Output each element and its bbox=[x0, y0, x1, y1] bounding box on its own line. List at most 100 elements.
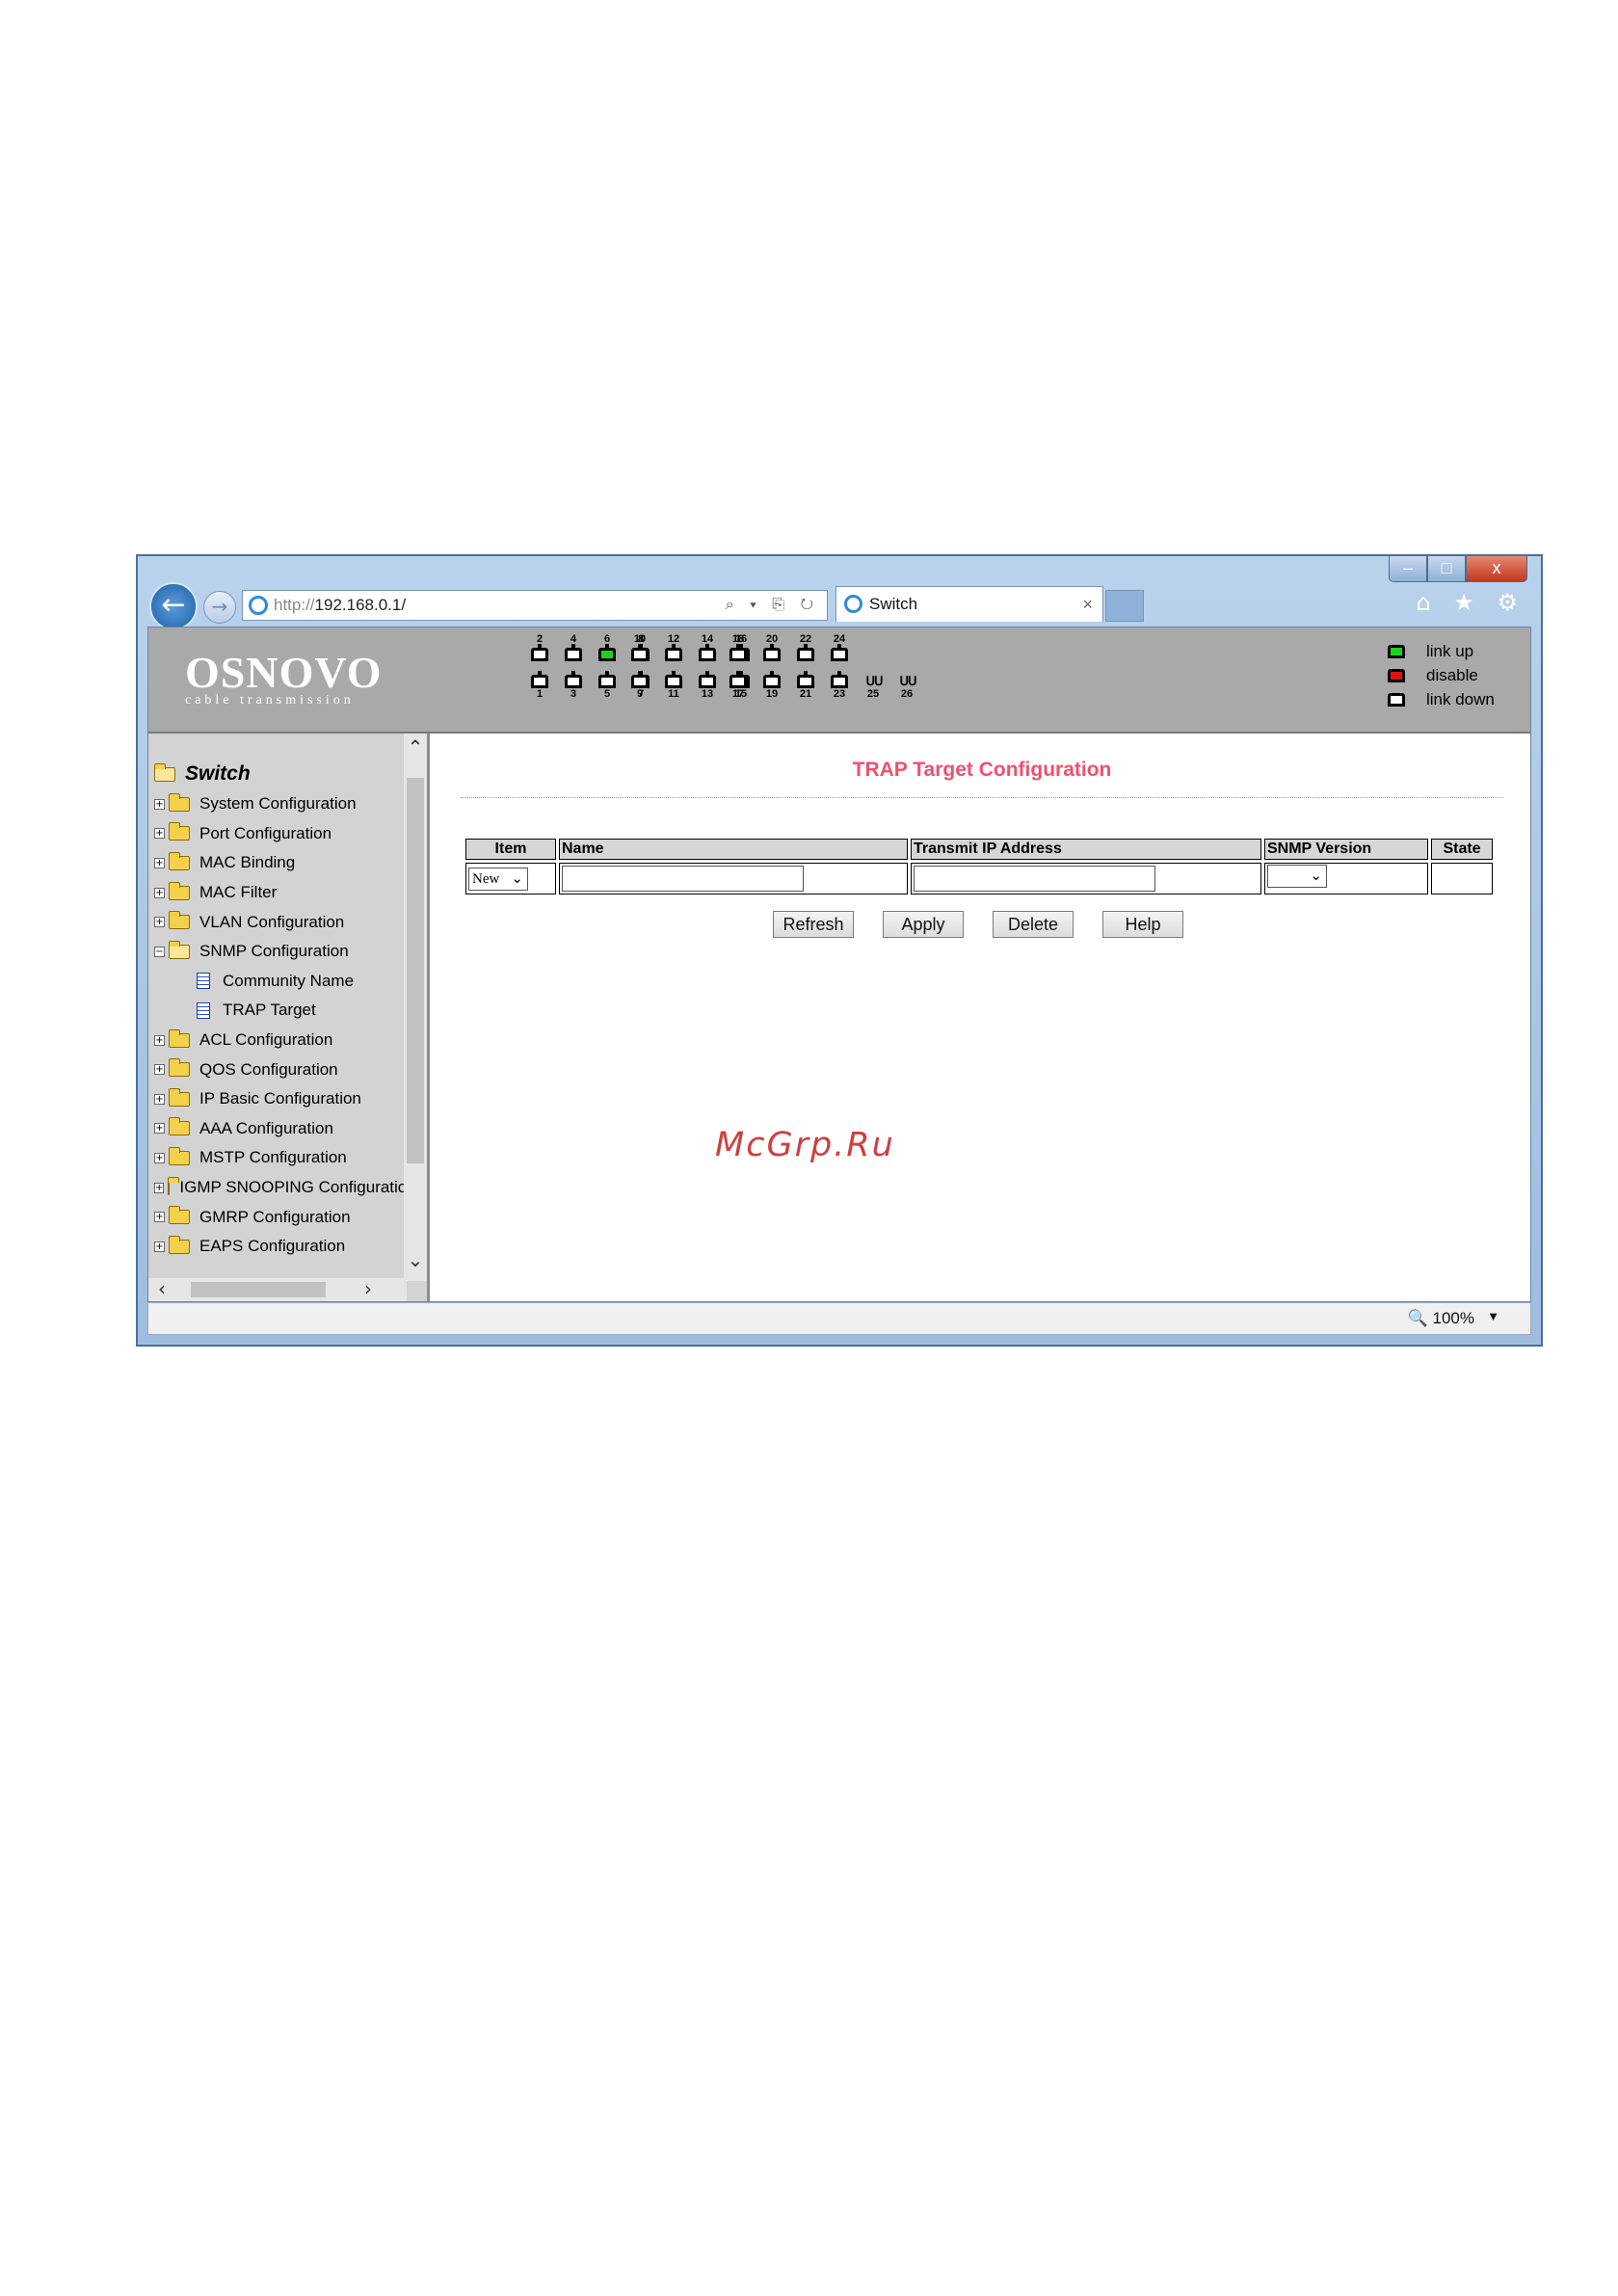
sidebar-item-ip-basic-configuration[interactable]: + IP Basic Configuration bbox=[154, 1084, 407, 1114]
sidebar-item-label: MAC Binding bbox=[199, 853, 296, 872]
expand-icon[interactable]: + bbox=[154, 887, 165, 898]
maximize-button[interactable]: □ bbox=[1427, 556, 1466, 582]
sidebar-item-mstp-configuration[interactable]: + MSTP Configuration bbox=[154, 1143, 407, 1173]
sidebar-item-qos-configuration[interactable]: + QOS Configuration bbox=[154, 1055, 407, 1084]
collapse-icon[interactable]: − bbox=[154, 946, 165, 957]
home-favorites-tools-icons[interactable]: ⌂ ★ ⚙ bbox=[1416, 589, 1525, 616]
divider bbox=[461, 797, 1503, 798]
sidebar-item-port-configuration[interactable]: + Port Configuration bbox=[154, 819, 407, 849]
sidebar-item-acl-configuration[interactable]: + ACL Configuration bbox=[154, 1026, 407, 1055]
col-item: Item bbox=[465, 839, 556, 860]
sidebar-item-vlan-configuration[interactable]: + VLAN Configuration bbox=[154, 907, 407, 937]
hscroll-thumb[interactable] bbox=[191, 1282, 326, 1297]
port-21[interactable]: 21 bbox=[795, 671, 816, 700]
sidebar-item-igmp-snooping-configuration[interactable]: + IGMP SNOOPING Configuration bbox=[154, 1173, 407, 1203]
sidebar-item-gmrp-configuration[interactable]: + GMRP Configuration bbox=[154, 1202, 407, 1232]
tab-close-icon[interactable]: × bbox=[1082, 587, 1093, 622]
port-25[interactable]: ᑌᑌ 25 bbox=[862, 672, 884, 701]
ethernet-port-icon bbox=[598, 671, 616, 688]
port-1[interactable]: 1 bbox=[529, 671, 550, 700]
port-10[interactable]: 10 bbox=[629, 633, 650, 661]
sidebar-item-label: MSTP Configuration bbox=[199, 1148, 347, 1167]
expand-icon[interactable]: + bbox=[154, 1123, 165, 1135]
vertical-scrollbar[interactable]: ⌃ ⌄ bbox=[404, 734, 427, 1281]
port-24[interactable]: 24 bbox=[829, 633, 850, 661]
port-17[interactable]: 17 bbox=[728, 671, 749, 700]
folder-icon bbox=[169, 851, 190, 870]
expand-icon[interactable]: + bbox=[154, 917, 165, 928]
address-bar[interactable]: http://192.168.0.1/ ⌕ ▾ ⎘ ↻ bbox=[242, 590, 828, 621]
expand-icon[interactable]: + bbox=[154, 1093, 165, 1105]
expand-icon[interactable]: + bbox=[154, 828, 165, 840]
sidebar-subitem-label: TRAP Target bbox=[223, 1001, 316, 1020]
expand-icon[interactable]: + bbox=[154, 857, 165, 868]
document-icon bbox=[197, 973, 210, 990]
port-5[interactable]: 5 bbox=[597, 671, 618, 700]
port-2[interactable]: 2 bbox=[529, 633, 550, 661]
ethernet-port-icon bbox=[531, 671, 548, 688]
help-button[interactable]: Help bbox=[1102, 911, 1183, 938]
legend-item: disable bbox=[1388, 663, 1495, 687]
port-14[interactable]: 14 bbox=[697, 633, 718, 661]
sidebar-item-label: QOS Configuration bbox=[199, 1059, 338, 1079]
minimize-button[interactable]: – bbox=[1389, 556, 1427, 582]
port-19[interactable]: 19 bbox=[761, 671, 782, 700]
expand-icon[interactable]: + bbox=[154, 798, 165, 810]
ethernet-port-icon bbox=[729, 644, 747, 661]
tree-root[interactable]: Switch bbox=[154, 759, 407, 789]
refresh-button[interactable]: Refresh bbox=[773, 911, 854, 938]
scroll-up-icon[interactable]: ⌃ bbox=[404, 735, 427, 759]
port-number: 5 bbox=[603, 688, 611, 700]
sidebar-item-system-configuration[interactable]: + System Configuration bbox=[154, 789, 407, 819]
browser-window: – □ x ← → http://192.168.0.1/ ⌕ ▾ ⎘ ↻ Sw… bbox=[136, 554, 1543, 1347]
ip-address-input[interactable] bbox=[914, 866, 1155, 892]
port-6[interactable]: 6 bbox=[597, 633, 618, 661]
expand-icon[interactable]: + bbox=[154, 1064, 165, 1076]
expand-icon[interactable]: + bbox=[154, 1152, 165, 1163]
forward-button[interactable]: → bbox=[203, 591, 236, 624]
expand-icon[interactable]: + bbox=[154, 1182, 165, 1193]
port-3[interactable]: 3 bbox=[563, 671, 584, 700]
close-window-button[interactable]: x bbox=[1466, 556, 1527, 582]
zoom-level[interactable]: 🔍 100% bbox=[1408, 1309, 1474, 1328]
scroll-thumb[interactable] bbox=[407, 778, 424, 1163]
horizontal-scrollbar[interactable]: ‹ › bbox=[148, 1278, 407, 1301]
port-13[interactable]: 13 bbox=[697, 671, 718, 700]
expand-icon[interactable]: + bbox=[154, 1212, 165, 1223]
address-url[interactable]: http://192.168.0.1/ bbox=[274, 591, 406, 620]
port-9[interactable]: 9 bbox=[629, 671, 650, 700]
zoom-dropdown-icon[interactable]: ▼ bbox=[1487, 1309, 1499, 1323]
sidebar-item-label: ACL Configuration bbox=[199, 1030, 333, 1050]
name-input[interactable] bbox=[562, 866, 804, 892]
sidebar: Switch + System Configuration + Port Config… bbox=[148, 734, 430, 1301]
port-26[interactable]: ᑌᑌ 26 bbox=[896, 672, 917, 701]
item-select[interactable]: New ⌄ bbox=[468, 867, 528, 891]
scroll-down-icon[interactable]: ⌄ bbox=[404, 1248, 427, 1271]
delete-button[interactable]: Delete bbox=[993, 911, 1074, 938]
sidebar-subitem-community-name[interactable]: Community Name bbox=[154, 967, 407, 997]
new-tab-button[interactable] bbox=[1105, 590, 1144, 622]
expand-icon[interactable]: + bbox=[154, 1241, 165, 1252]
expand-icon[interactable]: + bbox=[154, 1034, 165, 1046]
scroll-right-icon[interactable]: › bbox=[364, 1278, 372, 1299]
sidebar-item-mac-binding[interactable]: + MAC Binding bbox=[154, 848, 407, 878]
back-button[interactable]: ← bbox=[149, 582, 198, 630]
port-18[interactable]: 18 bbox=[728, 633, 749, 661]
port-12[interactable]: 12 bbox=[663, 633, 684, 661]
port-20[interactable]: 20 bbox=[761, 633, 782, 661]
port-23[interactable]: 23 bbox=[829, 671, 850, 700]
folder-icon bbox=[169, 1235, 190, 1254]
sidebar-item-aaa-configuration[interactable]: + AAA Configuration bbox=[154, 1114, 407, 1144]
sidebar-item-snmp-configuration[interactable]: − SNMP Configuration bbox=[154, 937, 407, 967]
port-11[interactable]: 11 bbox=[663, 671, 684, 700]
sidebar-item-mac-filter[interactable]: + MAC Filter bbox=[154, 878, 407, 908]
sidebar-item-eaps-configuration[interactable]: + EAPS Configuration bbox=[154, 1232, 407, 1262]
address-tools-icons[interactable]: ⌕ ▾ ⎘ ↻ bbox=[726, 591, 819, 620]
tab-switch[interactable]: Switch × bbox=[836, 586, 1103, 622]
port-4[interactable]: 4 bbox=[563, 633, 584, 661]
sidebar-subitem-trap-target[interactable]: TRAP Target bbox=[154, 996, 407, 1026]
apply-button[interactable]: Apply bbox=[883, 911, 964, 938]
snmp-version-select[interactable]: ⌄ bbox=[1267, 865, 1327, 888]
scroll-left-icon[interactable]: ‹ bbox=[158, 1278, 166, 1299]
port-22[interactable]: 22 bbox=[795, 633, 816, 661]
